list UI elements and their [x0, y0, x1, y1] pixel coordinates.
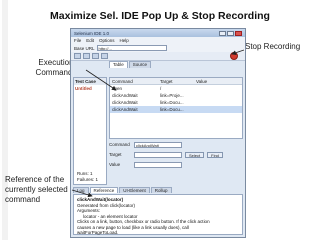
editor-tabs: Table Source — [71, 61, 245, 68]
base-url-label: Base URL — [74, 45, 95, 51]
menu-file[interactable]: File — [74, 38, 81, 43]
row-command: clickAndWait — [112, 93, 138, 98]
table-row[interactable]: open / — [110, 85, 242, 92]
table-row[interactable]: clickAndWait link=Proje... — [110, 92, 242, 99]
run-stats: Runs: 1 Failures: 1 — [77, 171, 98, 183]
failures-label: Failures: — [77, 177, 95, 182]
close-button[interactable] — [235, 30, 242, 36]
test-case-item[interactable]: Untitled — [74, 85, 106, 92]
column-value: Value — [196, 78, 208, 84]
menu-help[interactable]: Help — [120, 38, 129, 43]
tab-ui-element[interactable]: UI-Element — [119, 187, 150, 193]
select-button[interactable]: Select — [185, 151, 205, 158]
reference-desc-3: waitForPageToLoad. — [77, 230, 119, 235]
failures-value: 1 — [95, 177, 99, 182]
target-input[interactable] — [134, 151, 182, 158]
command-table-header: Command Target Value — [110, 78, 242, 85]
table-row[interactable]: clickAndWait link=Docu... — [110, 99, 242, 106]
selenium-ide-window: Selenium IDE 1.0 File Edit Options Help … — [70, 28, 246, 238]
command-table: Command Target Value open / clickAndWait… — [109, 77, 243, 139]
tab-table[interactable]: Table — [109, 61, 128, 68]
value-row: Value — [109, 160, 243, 169]
row-target: link=Docu... — [160, 100, 184, 105]
slide-title: Maximize Sel. IDE Pop Up & Stop Recordin… — [50, 10, 270, 22]
find-button[interactable]: Find — [207, 151, 223, 158]
tab-reference[interactable]: Reference — [89, 187, 119, 193]
test-case-header: Test Case — [74, 78, 106, 85]
row-target: / — [160, 86, 162, 91]
menu-options[interactable]: Options — [99, 38, 115, 43]
ide-window-title: Selenium IDE 1.0 — [74, 30, 110, 36]
ide-toolbar — [71, 52, 245, 61]
base-url-input[interactable]: http://... — [96, 45, 167, 51]
tab-rollup[interactable]: Rollup — [150, 187, 172, 193]
minimize-button[interactable] — [219, 30, 226, 36]
record-button[interactable] — [230, 52, 238, 60]
main-area: Test Case Untitled Runs: 1 Failures: 1 C… — [73, 77, 243, 185]
target-label: Target — [109, 152, 122, 157]
target-row: Target Select Find — [109, 150, 243, 159]
maximize-button[interactable] — [227, 30, 234, 36]
command-editor: Command Target Value open / clickAndWait… — [109, 77, 243, 185]
column-target: Target — [160, 78, 173, 84]
command-input[interactable]: clickAndWait — [134, 141, 182, 148]
note-reference: Reference of the currently selected comm… — [5, 175, 68, 204]
bottom-tabs: Log Reference UI-Element Rollup — [73, 187, 172, 193]
tab-log[interactable]: Log — [73, 187, 89, 193]
pause-button[interactable] — [92, 53, 99, 59]
menu-bar: File Edit Options Help — [71, 37, 245, 44]
row-command: clickAndWait — [112, 107, 138, 112]
play-test-button[interactable] — [83, 53, 90, 59]
row-target: link=Proje... — [160, 93, 184, 98]
base-url-row: Base URL http://... — [71, 44, 245, 52]
reference-panel: clickAndWait(locator) Generated from cli… — [73, 194, 243, 235]
play-suite-button[interactable] — [74, 53, 81, 59]
command-row: Command clickAndWait — [109, 140, 243, 149]
row-command: clickAndWait — [112, 100, 138, 105]
ide-titlebar: Selenium IDE 1.0 — [71, 29, 245, 37]
menu-edit[interactable]: Edit — [86, 38, 94, 43]
command-label: Command — [109, 142, 130, 147]
table-row-selected[interactable]: clickAndWait link=Docu... — [110, 106, 242, 113]
runs-value: 1 — [90, 171, 93, 176]
row-command: open — [112, 86, 123, 91]
value-input[interactable] — [134, 161, 182, 168]
test-case-panel: Test Case Untitled Runs: 1 Failures: 1 — [73, 77, 107, 185]
column-command: Command — [112, 78, 133, 84]
tab-source[interactable]: Source — [128, 61, 152, 68]
row-target: link=Docu... — [160, 107, 184, 112]
value-label: Value — [109, 162, 121, 167]
runs-label: Runs: — [77, 171, 89, 176]
step-button[interactable] — [101, 53, 108, 59]
note-stop-recording: Stop Recording — [245, 42, 301, 51]
